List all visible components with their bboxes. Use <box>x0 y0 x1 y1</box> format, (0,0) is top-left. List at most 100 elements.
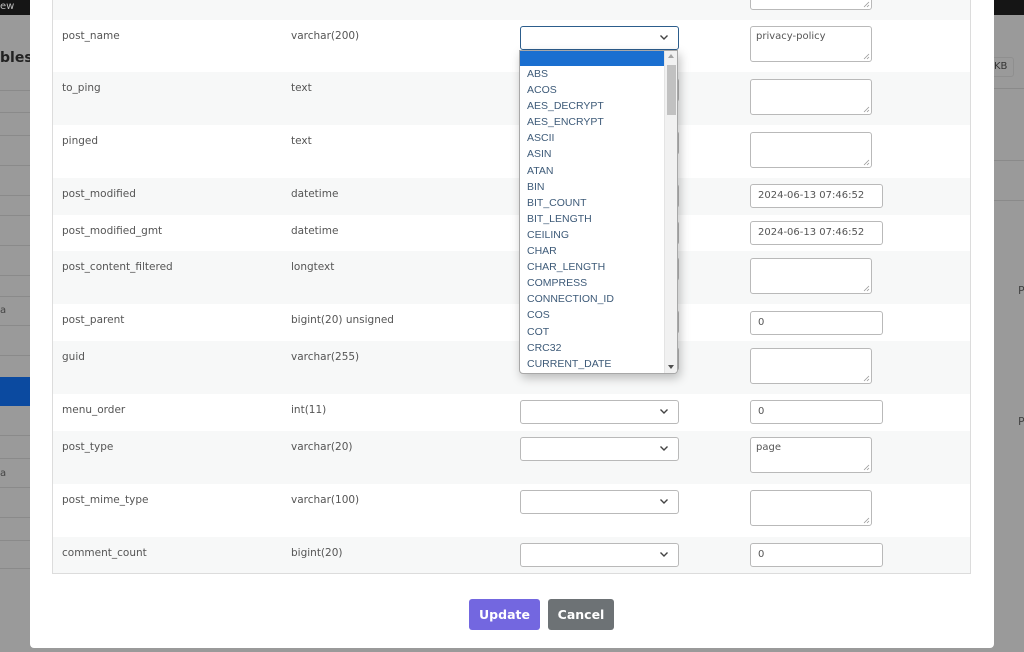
dropdown-option[interactable]: COMPRESS <box>520 275 665 291</box>
value-textarea[interactable]: privacy-policy <box>750 26 872 62</box>
background-divider <box>0 517 30 518</box>
chevron-down-icon <box>660 499 668 504</box>
resize-grip-icon[interactable] <box>862 463 870 471</box>
resize-grip-icon[interactable] <box>862 52 870 60</box>
function-select[interactable] <box>520 437 679 461</box>
dropdown-option[interactable]: CONNECTION_ID <box>520 291 665 307</box>
column-name: post_modified <box>62 188 136 200</box>
background-side-text: a <box>0 468 7 479</box>
background-divider <box>0 195 30 196</box>
dropdown-option[interactable]: COT <box>520 324 665 340</box>
value-textarea[interactable] <box>750 490 872 526</box>
column-type: varchar(200) <box>291 30 360 42</box>
table-row: post_mime_type varchar(100) <box>53 484 970 537</box>
dropdown-option[interactable]: AES_DECRYPT <box>520 98 665 114</box>
resize-grip-icon[interactable] <box>862 0 870 8</box>
scroll-up-arrow-icon[interactable] <box>668 54 674 58</box>
dropdown-option[interactable]: BIN <box>520 179 665 195</box>
chevron-down-icon <box>660 446 668 451</box>
table-row: post_type varchar(20) page <box>53 431 970 484</box>
value-textarea[interactable]: page <box>750 437 872 473</box>
column-type: varchar(20) <box>291 441 353 453</box>
column-type: text <box>291 135 312 147</box>
update-button[interactable]: Update <box>469 599 540 630</box>
dropdown-scrollbar[interactable] <box>664 51 677 373</box>
dropdown-option[interactable]: ACOS <box>520 82 665 98</box>
value-textarea[interactable] <box>750 0 872 10</box>
column-type: bigint(20) unsigned <box>291 314 394 326</box>
dropdown-option[interactable]: CHAR <box>520 243 665 259</box>
column-name: post_content_filtered <box>62 261 173 273</box>
background-divider <box>994 88 1024 89</box>
value-input[interactable]: 2024-06-13 07:46:52 <box>750 221 883 245</box>
function-select[interactable] <box>520 400 679 424</box>
column-type: varchar(100) <box>291 494 360 506</box>
value-input[interactable]: 0 <box>750 311 883 335</box>
scroll-down-arrow-icon[interactable] <box>668 365 674 369</box>
background-page-title: bles <box>0 50 33 66</box>
dropdown-option-empty-selected[interactable] <box>520 51 665 66</box>
value-textarea[interactable] <box>750 79 872 115</box>
dropdown-option[interactable]: ABS <box>520 66 665 82</box>
background-divider <box>0 245 30 246</box>
scrollbar-thumb[interactable] <box>667 65 676 115</box>
dropdown-option[interactable]: CURRENT_DATE <box>520 356 665 372</box>
table-row: post_content_filtered longtext <box>53 251 970 304</box>
dropdown-options: ABS ACOS AES_DECRYPT AES_ENCRYPT ASCII A… <box>520 66 665 372</box>
dropdown-option[interactable]: AES_ENCRYPT <box>520 114 665 130</box>
column-type: datetime <box>291 225 339 237</box>
table-row: post_modified datetime 2024-06-13 07:46:… <box>53 178 970 215</box>
table-row: comment_count bigint(20) 0 <box>53 537 970 573</box>
background-divider <box>0 487 30 488</box>
resize-grip-icon[interactable] <box>862 516 870 524</box>
column-type: varchar(255) <box>291 351 360 363</box>
column-name: to_ping <box>62 82 101 94</box>
edit-row-modal: post_name varchar(200) privacy-policy to… <box>30 0 994 648</box>
value-input[interactable]: 2024-06-13 07:46:52 <box>750 184 883 208</box>
background-right-text: P <box>1018 284 1024 297</box>
column-type: datetime <box>291 188 339 200</box>
background-divider <box>0 215 30 216</box>
background-divider <box>994 200 1024 201</box>
function-select[interactable] <box>520 490 679 514</box>
column-name: comment_count <box>62 547 147 559</box>
function-dropdown-list[interactable]: ABS ACOS AES_DECRYPT AES_ENCRYPT ASCII A… <box>519 50 678 374</box>
function-select[interactable] <box>520 26 679 50</box>
dropdown-option[interactable]: ASCII <box>520 130 665 146</box>
dropdown-option[interactable]: ASIN <box>520 146 665 162</box>
column-type: bigint(20) <box>291 547 343 559</box>
dropdown-option[interactable]: BIT_COUNT <box>520 195 665 211</box>
value-text: privacy-policy <box>756 31 826 42</box>
value-textarea[interactable] <box>750 348 872 384</box>
dropdown-option[interactable]: BIT_LENGTH <box>520 211 665 227</box>
value-input[interactable]: 0 <box>750 400 883 424</box>
column-name: pinged <box>62 135 99 147</box>
function-select[interactable] <box>520 543 679 567</box>
resize-grip-icon[interactable] <box>862 374 870 382</box>
dropdown-option[interactable]: COS <box>520 307 665 323</box>
resize-grip-icon[interactable] <box>862 284 870 292</box>
table-row: post_name varchar(200) privacy-policy <box>53 20 970 72</box>
column-name: menu_order <box>62 404 126 416</box>
cancel-button[interactable]: Cancel <box>548 599 614 630</box>
background-divider <box>0 275 30 276</box>
column-type: longtext <box>291 261 335 273</box>
resize-grip-icon[interactable] <box>862 105 870 113</box>
column-name: guid <box>62 351 85 363</box>
value-input[interactable]: 0 <box>750 543 883 567</box>
resize-grip-icon[interactable] <box>862 158 870 166</box>
value-textarea[interactable] <box>750 132 872 168</box>
chevron-down-icon <box>660 409 668 414</box>
dropdown-option[interactable]: CRC32 <box>520 340 665 356</box>
dropdown-option[interactable]: ATAN <box>520 163 665 179</box>
table-row: post_modified_gmt datetime 2024-06-13 07… <box>53 215 970 251</box>
dropdown-option[interactable]: CHAR_LENGTH <box>520 259 665 275</box>
background-divider <box>0 435 30 436</box>
background-active-row <box>0 377 30 406</box>
background-divider <box>994 160 1024 161</box>
background-divider <box>0 540 30 541</box>
background-divider <box>0 355 30 356</box>
dropdown-option[interactable]: CEILING <box>520 227 665 243</box>
value-textarea[interactable] <box>750 258 872 294</box>
background-divider <box>0 135 30 136</box>
